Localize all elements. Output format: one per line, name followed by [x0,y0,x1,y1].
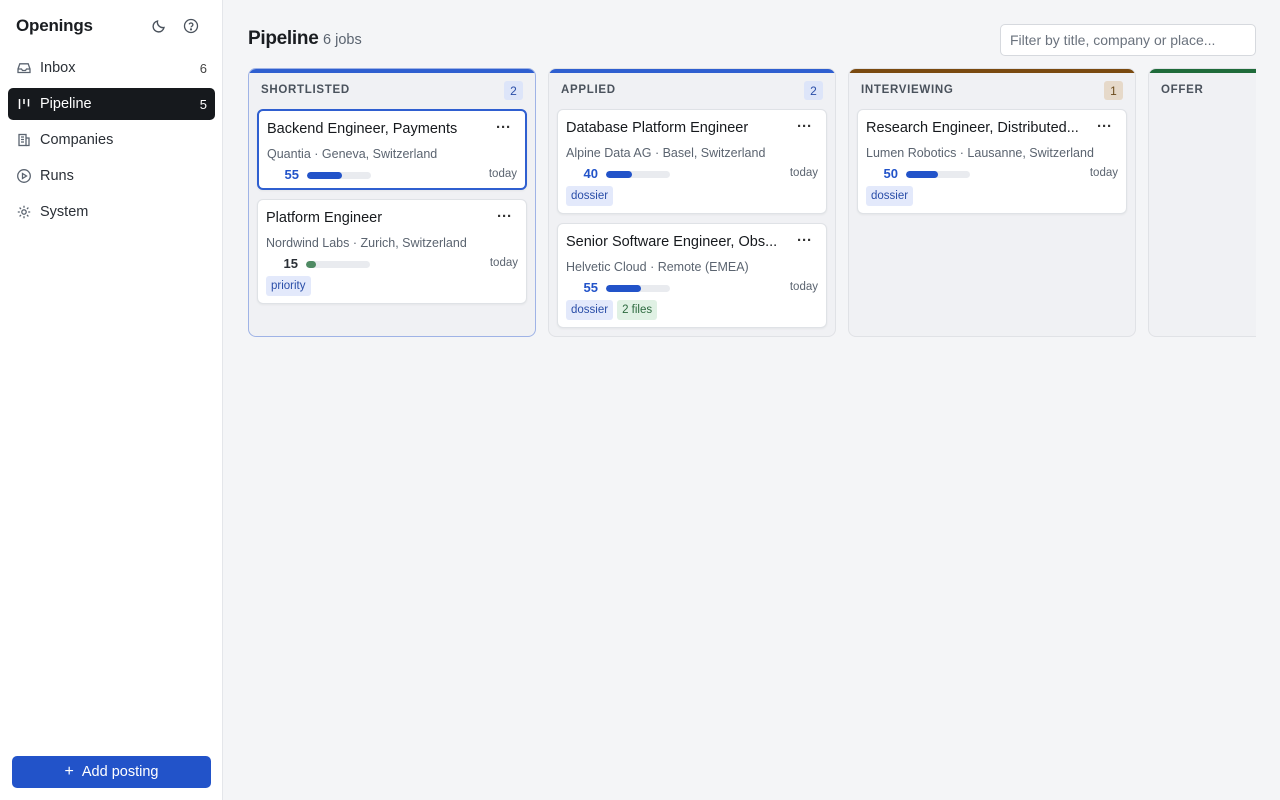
score-bar-fill [307,172,343,179]
sidebar: Openings Inbox 6 Pipeline 5 Companies Ru… [0,0,223,800]
column-accent-bar [1149,69,1256,73]
sidebar-item-label: Inbox [40,60,76,76]
help-icon[interactable] [181,16,201,36]
job-card[interactable]: Senior Software Engineer, Obs... ··· Hel… [557,223,827,328]
add-posting-label: Add posting [81,764,159,780]
add-posting-button[interactable]: + Add posting [12,756,211,788]
job-count: 6 jobs [323,32,362,48]
job-card[interactable]: Database Platform Engineer ··· Alpine Da… [557,109,827,214]
job-date: today [1089,167,1118,179]
more-options-icon[interactable]: ··· [496,119,511,136]
score-bar-fill [606,171,632,178]
job-date: today [789,281,818,293]
column-count-badge: 2 [804,81,823,100]
job-company-location: Quantia · Geneva, Switzerland [267,147,438,161]
job-company-location: Lumen Robotics · Lausanne, Switzerland [866,146,1094,160]
tag-dossier[interactable]: dossier [866,186,914,206]
score-bar [606,171,670,178]
kanban-icon [16,96,32,112]
more-options-icon[interactable]: ··· [797,118,812,135]
tag-dossier[interactable]: dossier [566,186,614,206]
match-score: 40 [583,166,598,181]
sidebar-item-label: Runs [40,168,74,184]
job-date: today [488,168,517,180]
job-card[interactable]: Backend Engineer, Payments ··· Quantia ·… [257,109,527,190]
job-title: Research Engineer, Distributed... [866,120,1079,136]
job-date: today [789,167,818,179]
match-score: 55 [583,280,598,295]
sidebar-item-pipeline[interactable]: Pipeline 5 [8,88,215,120]
match-score: 55 [284,167,299,182]
score-bar-fill [906,171,938,178]
job-title: Senior Software Engineer, Obs... [566,234,778,250]
column-title: APPLIED [561,84,616,96]
sidebar-nav: Inbox 6 Pipeline 5 Companies Runs System [8,52,215,232]
sidebar-item-inbox[interactable]: Inbox 6 [8,52,215,84]
column-title: INTERVIEWING [861,84,954,96]
more-options-icon[interactable]: ··· [497,208,512,225]
score-bar [606,285,670,292]
match-score: 15 [283,256,298,271]
match-score: 50 [883,166,898,181]
inbox-icon [16,60,32,76]
building-icon [16,132,32,148]
score-bar [906,171,970,178]
tag-files[interactable]: 2 files [617,300,658,320]
column-interviewing: INTERVIEWING 1 Research Engineer, Distri… [848,68,1136,337]
job-date: today [489,257,518,269]
job-title: Platform Engineer [266,210,383,226]
job-tags: dossier 2 files [566,300,658,320]
score-bar [307,172,371,179]
sidebar-item-companies[interactable]: Companies [8,124,215,156]
sidebar-item-system[interactable]: System [8,196,215,228]
job-title: Database Platform Engineer [566,120,749,136]
job-card[interactable]: Research Engineer, Distributed... ··· Lu… [857,109,1127,214]
plus-icon: + [64,763,74,780]
job-card[interactable]: Platform Engineer ··· Nordwind Labs · Zu… [257,199,527,304]
column-applied: APPLIED 2 Database Platform Engineer ···… [548,68,836,337]
score-bar-fill [306,261,316,268]
sidebar-item-label: System [40,204,89,220]
page-title: Pipeline [248,28,319,49]
column-count-badge: 1 [1104,81,1123,100]
job-company-location: Helvetic Cloud · Remote (EMEA) [566,260,749,274]
play-circle-icon [16,168,32,184]
tag-priority[interactable]: priority [266,276,311,296]
score-bar [306,261,370,268]
tag-dossier[interactable]: dossier [566,300,614,320]
job-tags: dossier [866,186,914,206]
sidebar-item-label: Companies [40,132,114,148]
column-count-badge: 2 [504,81,523,100]
pipeline-board: SHORTLISTED 2 Backend Engineer, Payments… [248,68,1256,338]
job-title: Backend Engineer, Payments [267,121,458,137]
score-bar-fill [606,285,642,292]
column-accent-bar [249,69,535,73]
job-tags: priority [266,276,311,296]
sidebar-item-runs[interactable]: Runs [8,160,215,192]
column-shortlisted: SHORTLISTED 2 Backend Engineer, Payments… [248,68,536,337]
filter-input[interactable] [1000,24,1256,56]
more-options-icon[interactable]: ··· [1097,118,1112,135]
gear-icon [16,204,32,220]
moon-icon[interactable] [149,16,169,36]
column-title: SHORTLISTED [261,84,350,96]
column-offer: OFFER [1148,68,1256,337]
job-tags: dossier [566,186,614,206]
more-options-icon[interactable]: ··· [797,232,812,249]
job-company-location: Alpine Data AG · Basel, Switzerland [566,146,766,160]
sidebar-item-count: 5 [199,96,207,112]
job-company-location: Nordwind Labs · Zurich, Switzerland [266,236,467,250]
column-title: OFFER [1161,84,1204,96]
sidebar-item-count: 6 [199,60,207,76]
app-title: Openings [16,16,93,35]
column-accent-bar [849,69,1135,73]
sidebar-item-label: Pipeline [40,96,92,112]
column-accent-bar [549,69,835,73]
